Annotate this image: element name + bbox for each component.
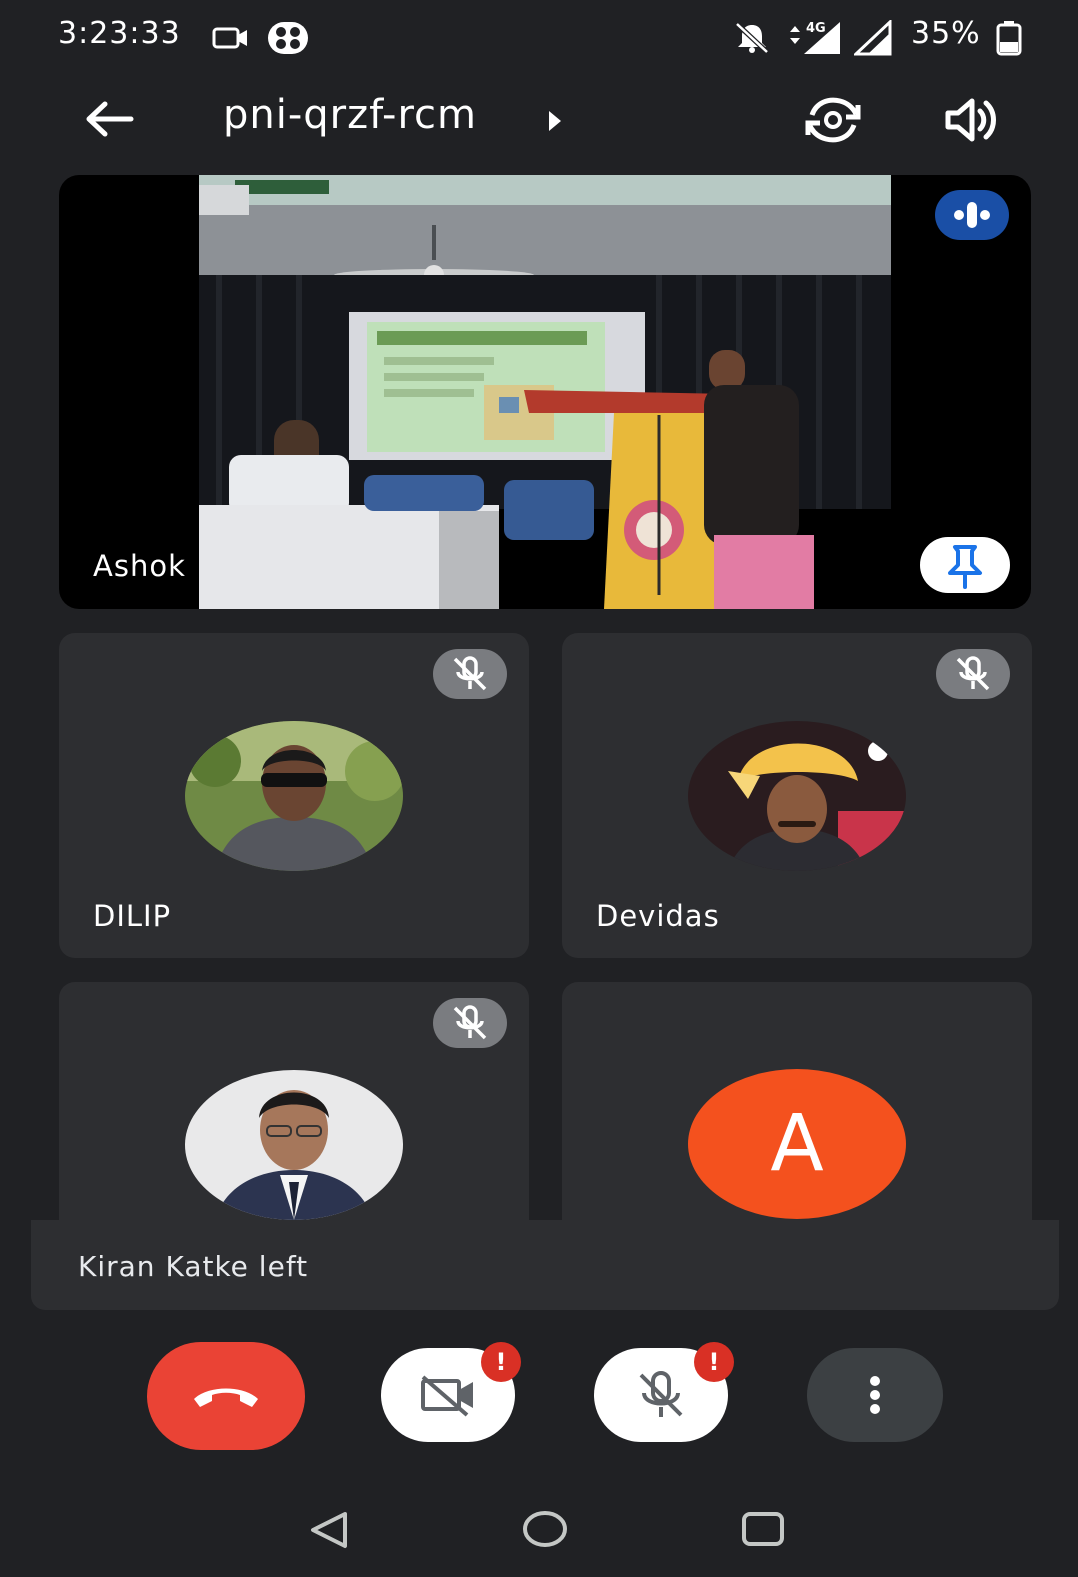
participant-tile[interactable]: DILIP [59,633,529,958]
nav-back-icon [311,1512,347,1548]
avatar [688,721,906,871]
audio-level-icon [954,202,990,228]
mic-off-icon [956,656,990,691]
battery-percent: 35% [911,16,981,51]
muted-indicator [433,998,507,1048]
meet-call-screen: 3:23:33 4G 35% pni-qrzf-rcm Ashok DILIP … [8,8,1072,1569]
videocam-off-icon [421,1375,473,1417]
battery-icon [996,20,1022,60]
nav-home-button[interactable] [520,1506,570,1552]
mic-off-icon [639,1371,683,1417]
participant-name: Devidas [596,899,720,933]
nav-recents-icon [742,1512,784,1546]
speaking-indicator [935,190,1009,240]
meeting-app-bar: pni-qrzf-rcm [8,78,1072,158]
status-time: 3:23:33 [58,16,181,51]
more-vert-icon [870,1376,880,1414]
notifications-off-icon [734,22,770,58]
microphone-toggle-button[interactable]: ! [594,1342,734,1442]
avatar-letter: A [770,1099,824,1189]
nav-recents-button[interactable] [738,1506,788,1552]
mobile-data-icon: 4G [786,18,844,60]
mic-off-icon [453,656,487,691]
participant-tile[interactable]: Devidas [562,633,1032,958]
screen-record-icon [212,24,250,56]
camera-alert-badge: ! [481,1342,521,1382]
switch-camera-button[interactable] [800,92,866,148]
camera-toggle-button[interactable]: ! [381,1342,521,1442]
unpin-button[interactable] [920,537,1010,593]
status-bar: 3:23:33 4G 35% [8,8,1072,68]
mic-off-icon [453,1005,487,1040]
arrow-back-icon [86,101,134,137]
participant-tile[interactable] [59,982,529,1220]
muted-indicator [936,649,1010,699]
toast-message: Kiran Katke left [78,1250,309,1283]
switch-camera-icon [805,97,861,143]
participant-tile[interactable]: A [562,982,1032,1220]
call-end-icon [194,1388,258,1407]
nav-back-button[interactable] [304,1508,352,1552]
main-video-tile[interactable]: Ashok [59,175,1031,609]
nav-home-icon [523,1511,567,1547]
participant-name: DILIP [93,899,172,933]
system-navigation-bar [8,1478,1072,1569]
main-participant-name: Ashok [93,549,186,583]
back-button[interactable] [78,94,142,144]
more-options-button[interactable] [807,1348,943,1442]
meeting-code-title[interactable]: pni-qrzf-rcm [223,92,477,138]
avatar [185,1070,403,1220]
avatar [185,721,403,871]
presenter-video-feed [199,175,891,609]
speaker-icon [945,98,996,142]
pin-icon [948,545,982,589]
avatar: A [688,1069,906,1219]
play-arrow-icon [549,111,561,131]
muted-indicator [433,649,507,699]
audio-output-button[interactable] [938,92,1002,148]
participant-left-toast: Kiran Katke left [31,1220,1059,1310]
signal-icon [852,18,894,60]
app-notification-icon [266,20,310,60]
network-type-label: 4G [806,21,826,36]
microphone-alert-badge: ! [694,1342,734,1382]
meeting-details-toggle[interactable] [543,106,567,136]
end-call-button[interactable] [147,1342,305,1450]
